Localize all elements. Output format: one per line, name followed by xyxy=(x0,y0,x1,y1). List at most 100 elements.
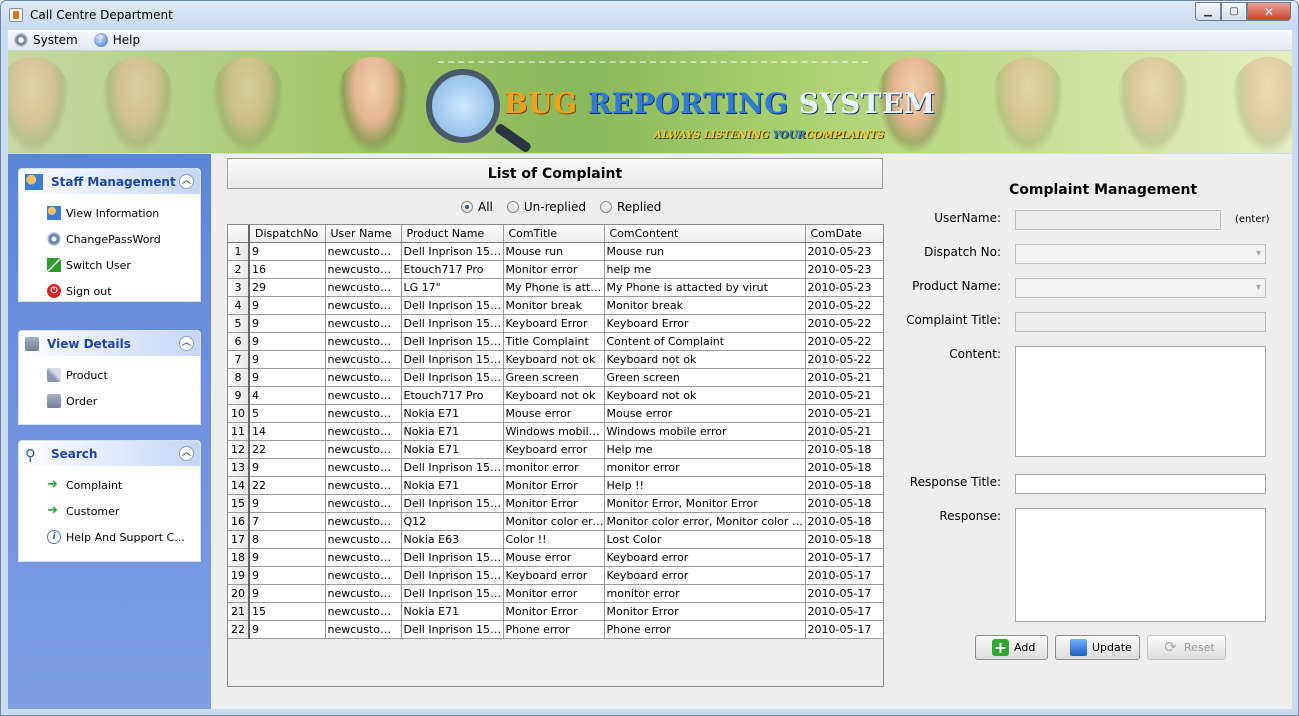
table-cell: Windows mobile e... xyxy=(503,422,605,441)
dispatch-select[interactable] xyxy=(1015,244,1266,264)
banner-person-image xyxy=(1233,57,1292,153)
view-details-title: View Details xyxy=(47,336,131,351)
table-row[interactable]: 1 9 newcustomer Dell Inprison 1545 Mouse run… xyxy=(228,242,883,261)
table-row[interactable]: 12 22 newcustomer Nokia E71 Keyboard error He… xyxy=(228,440,883,459)
row-number-cell: 2 xyxy=(228,260,250,279)
username-hint: (enter) xyxy=(1235,214,1270,225)
update-button[interactable]: Update xyxy=(1055,635,1140,660)
menu-help[interactable]: ? Help xyxy=(93,33,140,47)
sidebar-item-sign-out[interactable]: ⏻ Sign out xyxy=(19,278,200,304)
table-row[interactable]: 15 9 newcustomer Dell Inprison 1545 Monitor … xyxy=(228,494,883,513)
table-row[interactable]: 7 9 newcustomer Dell Inprison 1545 Keyboard … xyxy=(228,350,883,369)
menu-system[interactable]: System xyxy=(14,33,78,47)
response-title-field[interactable] xyxy=(1015,474,1266,494)
complaint-title-field[interactable] xyxy=(1015,312,1266,332)
table-row[interactable]: 2 16 newcustomer Etouch717 Pro Monitor error… xyxy=(228,260,883,279)
table-row[interactable]: 18 9 newcustomer Dell Inprison 1545 Mouse er… xyxy=(228,548,883,567)
table-row[interactable]: 9 4 newcustomer Etouch717 Pro Keyboard not o… xyxy=(228,386,883,405)
table-cell: Help me xyxy=(604,440,806,459)
column-header[interactable]: ComTitle xyxy=(503,225,605,243)
response-textarea[interactable] xyxy=(1015,508,1266,622)
table-row[interactable]: 8 9 newcustomer Dell Inprison 1545 Green scr… xyxy=(228,368,883,387)
sidebar-item-order[interactable]: Order xyxy=(19,388,200,414)
collapse-chevron-icon[interactable]: ︿ xyxy=(179,336,194,351)
table-cell: Nokia E71 xyxy=(401,404,504,423)
row-number-cell: 20 xyxy=(228,584,250,603)
table-row[interactable]: 4 9 newcustomer Dell Inprison 1545 Monitor b… xyxy=(228,296,883,315)
sidebar-item-product[interactable]: Product xyxy=(19,362,200,388)
table-cell: newcustomer xyxy=(325,368,402,387)
table-row[interactable]: 3 29 newcustomer LG 17" My Phone is attac...… xyxy=(228,278,883,297)
column-header[interactable]: ComContent xyxy=(604,225,806,243)
complaint-table[interactable]: DispatchNo User Name Product Name ComTit… xyxy=(227,224,884,687)
collapse-chevron-icon[interactable]: ︿ xyxy=(179,446,194,461)
table-cell: 2010-05-18 xyxy=(805,512,883,531)
sidebar-item-customer[interactable]: ➜ Customer xyxy=(19,498,200,524)
table-cell: newcustomer xyxy=(325,620,402,639)
add-button[interactable]: + Add xyxy=(975,635,1048,660)
table-cell: 2010-05-22 xyxy=(805,296,883,315)
table-row[interactable]: 22 9 newcustomer Dell Inprison 1545 Phone er… xyxy=(228,620,883,639)
users-icon xyxy=(25,173,43,190)
table-cell: 2010-05-23 xyxy=(805,260,883,279)
view-details-header[interactable]: View Details ︿ xyxy=(19,331,200,356)
table-cell: Keyboard not ok xyxy=(604,350,806,369)
table-cell: 2010-05-22 xyxy=(805,350,883,369)
search-header[interactable]: ⚲ Search ︿ xyxy=(19,441,200,466)
reset-button[interactable]: ⟳ Reset xyxy=(1147,635,1226,660)
column-header[interactable]: DispatchNo xyxy=(249,225,326,243)
sidebar-item-view-information[interactable]: View Information xyxy=(19,200,200,226)
table-row[interactable]: 19 9 newcustomer Dell Inprison 1545 Keyboard… xyxy=(228,566,883,585)
column-header[interactable]: Product Name xyxy=(401,225,504,243)
content-textarea[interactable] xyxy=(1015,346,1266,457)
collapse-chevron-icon[interactable]: ︿ xyxy=(179,174,194,189)
table-cell: newcustomer xyxy=(325,602,402,621)
maximize-button[interactable]: ▢ xyxy=(1221,2,1247,21)
column-header[interactable]: ComDate xyxy=(805,225,883,243)
response-label: Response: xyxy=(939,509,1001,523)
brand-word-2: REPORTING xyxy=(587,87,789,120)
close-button[interactable]: ✕ xyxy=(1247,2,1291,21)
cart-icon xyxy=(47,394,61,408)
minimize-button[interactable]: ▁ xyxy=(1195,2,1221,21)
table-cell: 2010-05-17 xyxy=(805,548,883,567)
table-row[interactable]: 6 9 newcustomer Dell Inprison 1545 Title Com… xyxy=(228,332,883,351)
table-row[interactable]: 17 8 newcustomer Nokia E63 Color !! Lost Colo… xyxy=(228,530,883,549)
brand-word-1: BUG xyxy=(504,87,578,120)
tagline-part-3: COMPLAINTS xyxy=(805,130,885,141)
row-number-cell: 11 xyxy=(228,422,250,441)
table-cell: Nokia E71 xyxy=(401,476,504,495)
table-cell: 9 xyxy=(249,494,326,513)
table-row[interactable]: 13 9 newcustomer Dell Inprison 1545 monitor … xyxy=(228,458,883,477)
sidebar-item-change-password[interactable]: ChangePassWord xyxy=(19,226,200,252)
table-row[interactable]: 20 9 newcustomer Dell Inprison 1545 Monitor … xyxy=(228,584,883,603)
row-number-cell: 22 xyxy=(228,620,250,639)
table-cell: 2010-05-17 xyxy=(805,566,883,585)
column-header[interactable]: User Name xyxy=(325,225,402,243)
filter-all-radio[interactable]: All xyxy=(461,200,493,214)
radio-icon xyxy=(506,201,519,213)
sidebar-item-label: Product xyxy=(66,368,108,382)
username-field[interactable] xyxy=(1015,210,1221,230)
staff-management-header[interactable]: Staff Management ︿ xyxy=(19,169,200,194)
table-row[interactable]: 14 22 newcustomer Nokia E71 Monitor Error Hel… xyxy=(228,476,883,495)
product-select[interactable] xyxy=(1015,278,1266,298)
magnifier-logo-icon xyxy=(426,69,500,143)
table-row[interactable]: 1114newcustomerNokia E71Windows mobile e… xyxy=(228,422,883,441)
sidebar-item-help-support[interactable]: i Help And Support C... xyxy=(19,524,200,550)
sidebar-item-complaint[interactable]: ➜ Complaint xyxy=(19,472,200,498)
table-row[interactable]: 16 7 newcustomer Q12 Monitor color error Moni… xyxy=(228,512,883,531)
sidebar-item-label: Help And Support C... xyxy=(66,530,185,544)
row-number-cell: 8 xyxy=(228,368,250,387)
table-cell: Monitor color error, Monitor color error… xyxy=(604,512,806,531)
table-cell: 2010-05-21 xyxy=(805,422,883,441)
table-cell: Monitor error xyxy=(503,260,605,279)
table-row[interactable]: 5 9 newcustomer Dell Inprison 1545 Keyboard … xyxy=(228,314,883,333)
filter-unreplied-radio[interactable]: Un-replied xyxy=(506,200,586,214)
table-cell: 9 xyxy=(249,368,326,387)
filter-replied-radio[interactable]: Replied xyxy=(599,200,661,214)
table-row[interactable]: 21 15 newcustomer Nokia E71 Monitor Error Mon… xyxy=(228,602,883,621)
table-row[interactable]: 10 5 newcustomer Nokia E71 Mouse error Mouse … xyxy=(228,404,883,423)
sidebar-item-label: ChangePassWord xyxy=(66,232,161,246)
sidebar-item-switch-user[interactable]: Switch User xyxy=(19,252,200,278)
